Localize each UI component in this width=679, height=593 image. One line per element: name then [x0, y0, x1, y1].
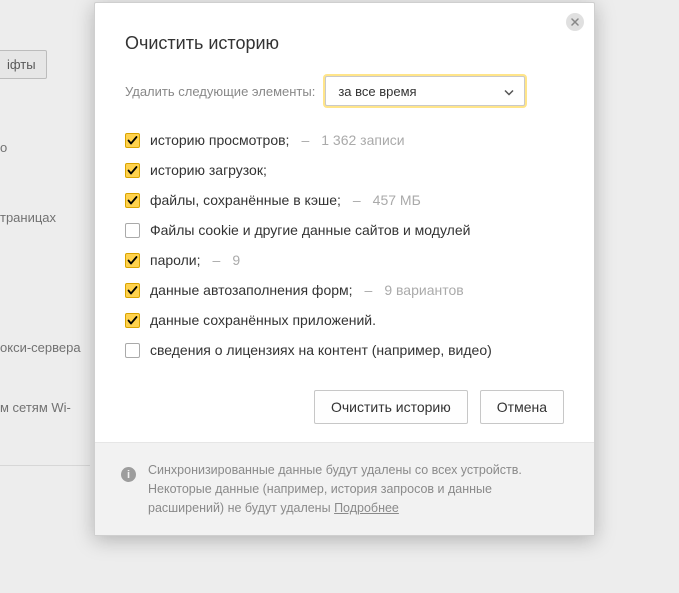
option-row[interactable]: сведения о лицензиях на контент (наприме…	[125, 342, 564, 358]
dialog-actions: Очистить историю Отмена	[125, 390, 564, 424]
option-row[interactable]: историю загрузок;	[125, 162, 564, 178]
close-icon[interactable]	[566, 13, 584, 31]
option-row[interactable]: данные автозаполнения форм;–9 вариантов	[125, 282, 564, 298]
clear-history-button[interactable]: Очистить историю	[314, 390, 468, 424]
info-icon: i	[121, 467, 136, 482]
time-range-value: за все время	[338, 84, 416, 99]
checkbox[interactable]	[125, 283, 140, 298]
time-range-label: Удалить следующие элементы:	[125, 84, 315, 99]
checkbox[interactable]	[125, 313, 140, 328]
dialog-title: Очистить историю	[125, 33, 564, 54]
option-hint: 457 МБ	[373, 192, 421, 208]
option-label: данные сохранённых приложений.	[150, 312, 376, 328]
option-label: историю загрузок;	[150, 162, 267, 178]
option-hint: 1 362 записи	[321, 132, 404, 148]
checkbox[interactable]	[125, 163, 140, 178]
option-label: историю просмотров;	[150, 132, 289, 148]
option-label: пароли;	[150, 252, 201, 268]
footer-text: Синхронизированные данные будут удалены …	[148, 461, 568, 517]
option-separator: –	[213, 252, 221, 268]
option-label: сведения о лицензиях на контент (наприме…	[150, 342, 492, 358]
chevron-down-icon	[504, 84, 514, 99]
dialog-footer: i Синхронизированные данные будут удален…	[95, 442, 594, 535]
checkbox[interactable]	[125, 253, 140, 268]
clear-history-dialog: Очистить историю Удалить следующие элеме…	[94, 2, 595, 536]
learn-more-link[interactable]: Подробнее	[334, 501, 399, 515]
options-list: историю просмотров;–1 362 записиисторию …	[125, 132, 564, 358]
checkbox[interactable]	[125, 223, 140, 238]
option-hint: 9 вариантов	[384, 282, 463, 298]
option-row[interactable]: Файлы cookie и другие данные сайтов и мо…	[125, 222, 564, 238]
dialog-body: Очистить историю Удалить следующие элеме…	[95, 3, 594, 442]
option-row[interactable]: историю просмотров;–1 362 записи	[125, 132, 564, 148]
checkbox[interactable]	[125, 133, 140, 148]
option-separator: –	[365, 282, 373, 298]
option-row[interactable]: пароли;–9	[125, 252, 564, 268]
cancel-button[interactable]: Отмена	[480, 390, 564, 424]
option-label: данные автозаполнения форм;	[150, 282, 353, 298]
time-range-row: Удалить следующие элементы: за все время	[125, 76, 564, 106]
option-separator: –	[353, 192, 361, 208]
option-label: файлы, сохранённые в кэше;	[150, 192, 341, 208]
option-row[interactable]: файлы, сохранённые в кэше;–457 МБ	[125, 192, 564, 208]
time-range-select[interactable]: за все время	[325, 76, 525, 106]
checkbox[interactable]	[125, 193, 140, 208]
checkbox[interactable]	[125, 343, 140, 358]
option-label: Файлы cookie и другие данные сайтов и мо…	[150, 222, 470, 238]
option-separator: –	[301, 132, 309, 148]
option-hint: 9	[232, 252, 240, 268]
option-row[interactable]: данные сохранённых приложений.	[125, 312, 564, 328]
